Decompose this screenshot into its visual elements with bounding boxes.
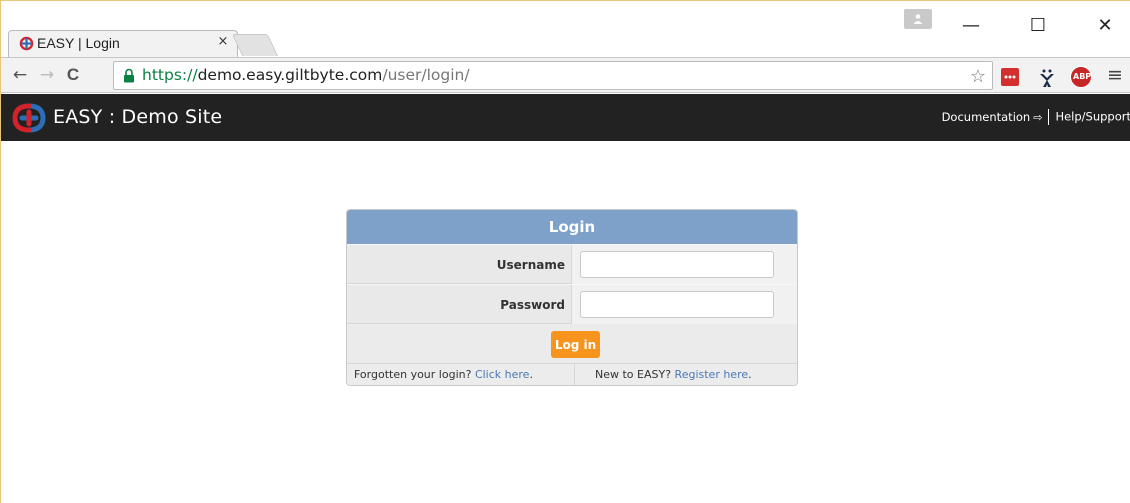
forgot-period: . xyxy=(529,368,533,381)
password-cell xyxy=(572,285,797,325)
close-window-button[interactable]: ✕ xyxy=(1090,11,1120,41)
register-period: . xyxy=(748,368,752,381)
tab-close-icon[interactable]: × xyxy=(215,34,231,49)
documentation-label: Documentation xyxy=(941,109,1031,124)
forward-button[interactable]: → xyxy=(36,64,58,86)
adblock-plus-icon[interactable]: ABP xyxy=(1070,66,1092,88)
password-label: Password xyxy=(347,285,572,325)
easy-logo-icon xyxy=(12,103,46,133)
url-text: https://demo.easy.giltbyte.com/user/logi… xyxy=(142,66,470,84)
username-input[interactable] xyxy=(580,251,774,278)
browser-toolbar: ← → C https://demo.easy.giltbyte.com/use… xyxy=(1,57,1130,93)
documentation-link[interactable]: Documentation ⇨ xyxy=(942,110,1043,124)
login-button-row: Log in xyxy=(347,324,797,364)
spy-glyph xyxy=(1040,69,1054,87)
back-button[interactable]: ← xyxy=(9,64,31,86)
forgot-login-prompt: Forgotten your login? xyxy=(354,368,472,381)
url-scheme: https:// xyxy=(142,66,198,84)
browser-window: EASY | Login × — ☐ ✕ ← → C https://demo.… xyxy=(0,0,1130,503)
username-row: Username xyxy=(347,244,797,285)
maximize-button[interactable]: ☐ xyxy=(1023,11,1053,41)
person-icon xyxy=(913,14,923,24)
lastpass-icon[interactable] xyxy=(1001,68,1019,86)
tab-strip: EASY | Login × — ☐ ✕ xyxy=(1,1,1130,57)
register-prompt: New to EASY? xyxy=(595,368,672,381)
menu-icon[interactable]: ≡ xyxy=(1104,64,1126,86)
address-bar[interactable]: https://demo.easy.giltbyte.com/user/logi… xyxy=(113,61,993,90)
forgot-login-text: Forgotten your login? Click here. xyxy=(354,368,533,381)
forgot-login-link[interactable]: Click here xyxy=(475,368,530,381)
easy-logo-icon xyxy=(19,36,34,51)
username-cell xyxy=(572,245,797,285)
adblock-label: ABP xyxy=(1073,72,1092,81)
external-link-icon: ⇨ xyxy=(1033,110,1043,124)
reload-button[interactable]: C xyxy=(62,64,84,86)
username-label: Username xyxy=(347,245,572,285)
site-title: EASY : Demo Site xyxy=(53,106,223,128)
register-link[interactable]: Register here xyxy=(675,368,749,381)
minimize-button[interactable]: — xyxy=(956,11,986,41)
login-footer: Forgotten your login? Click here. New to… xyxy=(347,364,797,385)
url-host: demo.easy.giltbyte.com xyxy=(197,66,383,84)
site-header: EASY : Demo Site Documentation ⇨ Help/Supp… xyxy=(1,94,1130,141)
lastpass-dots xyxy=(1004,75,1016,79)
header-link-separator xyxy=(1048,109,1050,125)
tab-title: EASY | Login xyxy=(37,35,120,51)
spy-icon[interactable] xyxy=(1038,68,1056,87)
login-button[interactable]: Log in xyxy=(551,331,600,358)
password-row: Password xyxy=(347,284,797,325)
password-input[interactable] xyxy=(580,291,774,318)
new-tab-button[interactable] xyxy=(231,34,279,56)
footer-divider xyxy=(574,364,575,385)
tab-easy-login[interactable]: EASY | Login × xyxy=(8,30,238,57)
url-path: /user/login/ xyxy=(382,66,470,84)
login-panel: Login Username Password Log in Forgotten… xyxy=(346,209,798,386)
help-support-link[interactable]: Help/Support xyxy=(1055,110,1130,124)
bookmark-star-icon[interactable]: ☆ xyxy=(970,66,986,87)
profile-button[interactable] xyxy=(904,9,932,29)
lock-icon xyxy=(124,68,134,83)
header-links: Documentation ⇨ Help/Support xyxy=(942,109,1130,125)
login-heading: Login xyxy=(347,210,797,244)
register-text: New to EASY? Register here. xyxy=(595,368,752,381)
